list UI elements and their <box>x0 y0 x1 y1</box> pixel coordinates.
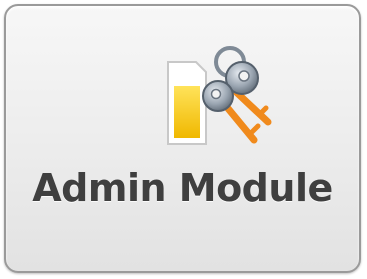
tile-label: Admin Module <box>32 166 333 210</box>
admin-module-tile[interactable]: Admin Module <box>4 4 361 273</box>
keys-and-card-icon <box>167 46 272 145</box>
